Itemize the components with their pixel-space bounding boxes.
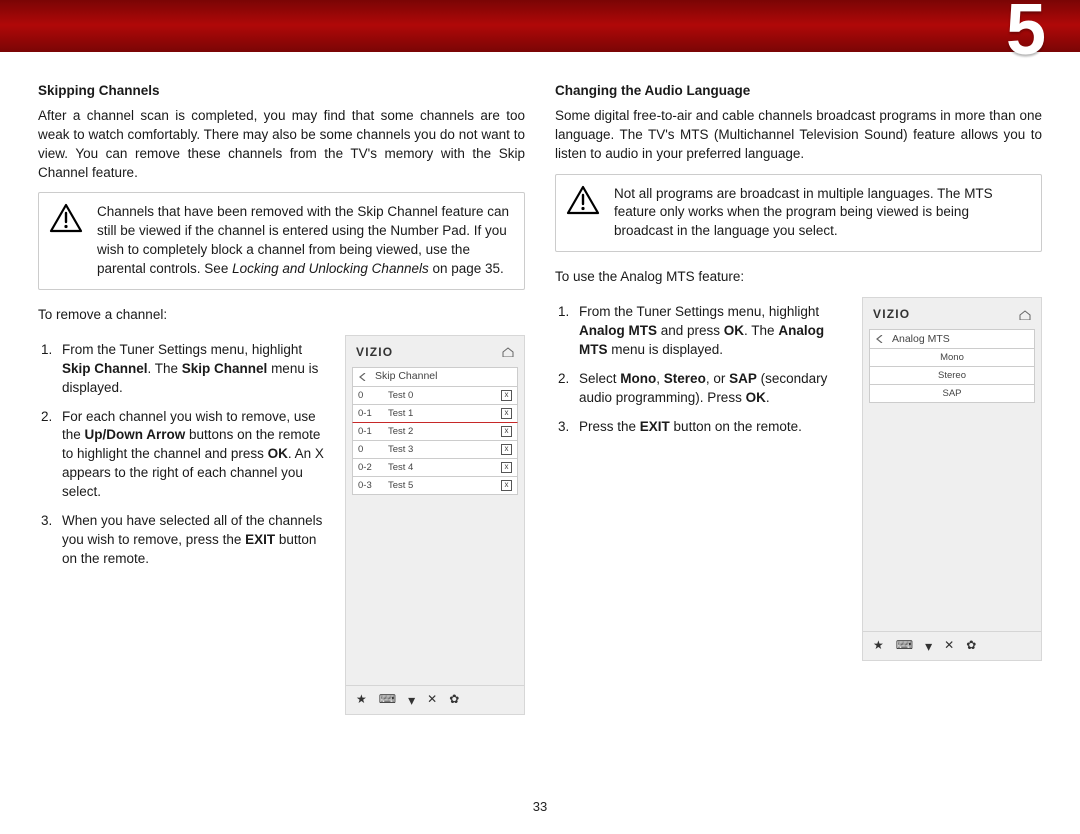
back-icon xyxy=(359,373,367,381)
chapter-number: 5 xyxy=(1006,0,1046,66)
checkbox-icon: x xyxy=(501,408,512,419)
chevron-down-icon: ▾ xyxy=(408,693,415,707)
back-icon xyxy=(876,335,884,343)
steps-audio: From the Tuner Settings menu, highlight … xyxy=(555,303,846,436)
channel-name: Test 1 xyxy=(388,407,501,420)
step-audio-3: Press the EXIT button on the remote. xyxy=(573,418,846,437)
channel-num: 0 xyxy=(358,443,388,456)
checkbox-icon: x xyxy=(501,444,512,455)
menu-title: Skip Channel xyxy=(375,369,437,384)
menu-title: Analog MTS xyxy=(892,332,950,347)
home-icon xyxy=(502,347,514,357)
channel-row: 0-3Test 5x xyxy=(352,477,518,495)
channel-num: 0-3 xyxy=(358,479,388,492)
channel-row: 0Test 3x xyxy=(352,441,518,459)
channel-num: 0 xyxy=(358,389,388,402)
warning-icon xyxy=(49,203,83,233)
channel-row: 0-2Test 4x xyxy=(352,459,518,477)
step-audio-1: From the Tuner Settings menu, highlight … xyxy=(573,303,846,360)
keyboard-icon: ⌨ xyxy=(379,693,396,705)
option-row: SAP xyxy=(869,385,1035,403)
checkbox-icon: x xyxy=(501,426,512,437)
channel-list: 0Test 0x0-1Test 1x0-1Test 2x0Test 3x0-2T… xyxy=(352,387,518,495)
channel-row: 0Test 0x xyxy=(352,387,518,405)
channel-row: 0-1Test 1x xyxy=(352,405,518,423)
channel-name: Test 3 xyxy=(388,443,501,456)
heading-audio: Changing the Audio Language xyxy=(555,82,1042,101)
brand-label: VIZIO xyxy=(873,306,910,323)
channel-num: 0-1 xyxy=(358,407,388,420)
gear-icon: ✿ xyxy=(449,693,459,705)
steps-skip: From the Tuner Settings menu, highlight … xyxy=(38,341,329,569)
page-body: Skipping Channels After a channel scan i… xyxy=(0,52,1080,715)
menu-title-row: Skip Channel xyxy=(352,367,518,387)
lead-remove: To remove a channel: xyxy=(38,306,525,325)
chapter-header: 5 xyxy=(0,0,1080,52)
step-skip-2: For each channel you wish to remove, use… xyxy=(56,408,329,502)
intro-audio: Some digital free-to-air and cable chann… xyxy=(555,107,1042,164)
note-skip-text: Channels that have been removed with the… xyxy=(97,203,512,279)
device-footer: ★ ⌨ ▾ ✕ ✿ xyxy=(863,631,1041,660)
menu-title-row: Analog MTS xyxy=(869,329,1035,349)
note-audio-text: Not all programs are broadcast in multip… xyxy=(614,185,1029,242)
channel-name: Test 5 xyxy=(388,479,501,492)
right-column: Changing the Audio Language Some digital… xyxy=(555,82,1042,715)
channel-row: 0-1Test 2x xyxy=(352,423,518,441)
step-skip-1: From the Tuner Settings menu, highlight … xyxy=(56,341,329,398)
star-icon: ★ xyxy=(873,639,884,651)
option-row: Mono xyxy=(869,349,1035,367)
channel-name: Test 2 xyxy=(388,425,501,438)
brand-label: VIZIO xyxy=(356,344,393,361)
heading-skipping: Skipping Channels xyxy=(38,82,525,101)
star-icon: ★ xyxy=(356,693,367,705)
device-skip: VIZIO Skip Channel 0Test 0x0-1Test 1x0-1… xyxy=(345,335,525,715)
checkbox-icon: x xyxy=(501,462,512,473)
keyboard-icon: ⌨ xyxy=(896,639,913,651)
checkbox-icon: x xyxy=(501,480,512,491)
channel-num: 0-2 xyxy=(358,461,388,474)
note-audio: Not all programs are broadcast in multip… xyxy=(555,174,1042,253)
note-skip: Channels that have been removed with the… xyxy=(38,192,525,290)
device-mts: VIZIO Analog MTS MonoStereoSAP ★ ⌨ ▾ ✕ ✿ xyxy=(862,297,1042,661)
chevron-down-icon: ▾ xyxy=(925,639,932,653)
device-footer: ★ ⌨ ▾ ✕ ✿ xyxy=(346,685,524,714)
warning-icon xyxy=(566,185,600,215)
step-skip-3: When you have selected all of the channe… xyxy=(56,512,329,569)
home-icon xyxy=(1019,310,1031,320)
lead-audio: To use the Analog MTS feature: xyxy=(555,268,1042,287)
intro-skipping: After a channel scan is completed, you m… xyxy=(38,107,525,183)
left-column: Skipping Channels After a channel scan i… xyxy=(38,82,525,715)
checkbox-icon: x xyxy=(501,390,512,401)
close-icon: ✕ xyxy=(944,639,954,651)
page-number: 33 xyxy=(533,798,547,816)
step-audio-2: Select Mono, Stereo, or SAP (secondary a… xyxy=(573,370,846,408)
close-icon: ✕ xyxy=(427,693,437,705)
gear-icon: ✿ xyxy=(966,639,976,651)
channel-name: Test 0 xyxy=(388,389,501,402)
option-row: Stereo xyxy=(869,367,1035,385)
channel-name: Test 4 xyxy=(388,461,501,474)
option-list: MonoStereoSAP xyxy=(869,349,1035,403)
channel-num: 0-1 xyxy=(358,425,388,438)
